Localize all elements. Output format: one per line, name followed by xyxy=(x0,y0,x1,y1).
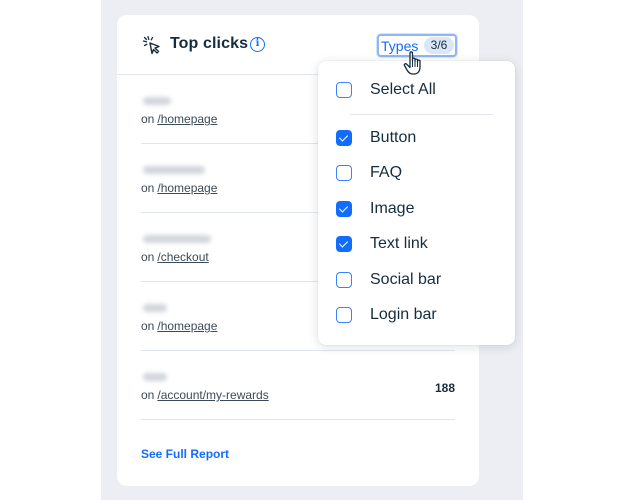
type-option-faq[interactable]: FAQ xyxy=(318,158,515,188)
page-prefix: on xyxy=(141,250,155,264)
type-option-social-bar[interactable]: Social bar xyxy=(318,265,515,295)
option-label: Login bar xyxy=(370,306,437,323)
page-link[interactable]: /checkout xyxy=(157,250,208,264)
see-full-report-link[interactable]: See Full Report xyxy=(141,447,229,461)
info-icon[interactable]: i xyxy=(250,37,265,52)
blurred-element-name xyxy=(143,235,211,243)
option-checkbox[interactable] xyxy=(336,130,352,146)
option-label: Button xyxy=(370,129,417,146)
page-line: on/checkout xyxy=(141,250,209,264)
cursor-click-icon xyxy=(142,35,160,55)
page-line: on/homepage xyxy=(141,181,217,195)
option-checkbox[interactable] xyxy=(336,272,352,288)
click-count: 188 xyxy=(434,381,455,395)
dropdown-divider xyxy=(350,114,493,115)
option-checkbox[interactable] xyxy=(336,201,352,217)
blurred-element-name xyxy=(143,166,205,174)
select-all-checkbox[interactable] xyxy=(336,82,352,98)
option-label: FAQ xyxy=(370,164,403,181)
page-line: on/account/my-rewards xyxy=(141,388,269,402)
select-all-option[interactable]: Select All xyxy=(318,75,515,105)
blurred-element-name xyxy=(143,304,167,312)
type-option-image[interactable]: Image xyxy=(318,194,515,224)
page-link[interactable]: /homepage xyxy=(157,181,217,195)
page-link[interactable]: /homepage xyxy=(157,112,217,126)
option-label: Image xyxy=(370,200,415,217)
type-option-login-bar[interactable]: Login bar xyxy=(318,300,515,330)
type-option-button[interactable]: Button xyxy=(318,123,515,153)
widget-title: Top clicks xyxy=(170,35,249,52)
page-line: on/homepage xyxy=(141,319,217,333)
option-checkbox[interactable] xyxy=(336,236,352,252)
page-prefix: on xyxy=(141,112,155,126)
option-label: Text link xyxy=(370,235,428,252)
option-checkbox[interactable] xyxy=(336,307,352,323)
page-prefix: on xyxy=(141,388,155,402)
page-prefix: on xyxy=(141,181,155,195)
option-checkbox[interactable] xyxy=(336,165,352,181)
option-label: Select All xyxy=(370,81,436,98)
option-label: Social bar xyxy=(370,271,442,288)
list-item: on/account/my-rewards 188 xyxy=(141,351,455,420)
types-selected-count-badge: 3/6 xyxy=(424,37,454,54)
page-line: on/homepage xyxy=(141,112,217,126)
blurred-element-name xyxy=(143,373,167,381)
type-option-text-link[interactable]: Text link xyxy=(318,229,515,259)
types-dropdown-menu: Select All Button FAQ Image Text link So… xyxy=(318,61,515,345)
page-prefix: on xyxy=(141,319,155,333)
hand-pointer-cursor-icon xyxy=(403,51,421,75)
page-link[interactable]: /homepage xyxy=(157,319,217,333)
blurred-element-name xyxy=(143,97,171,105)
page-link[interactable]: /account/my-rewards xyxy=(157,388,268,402)
